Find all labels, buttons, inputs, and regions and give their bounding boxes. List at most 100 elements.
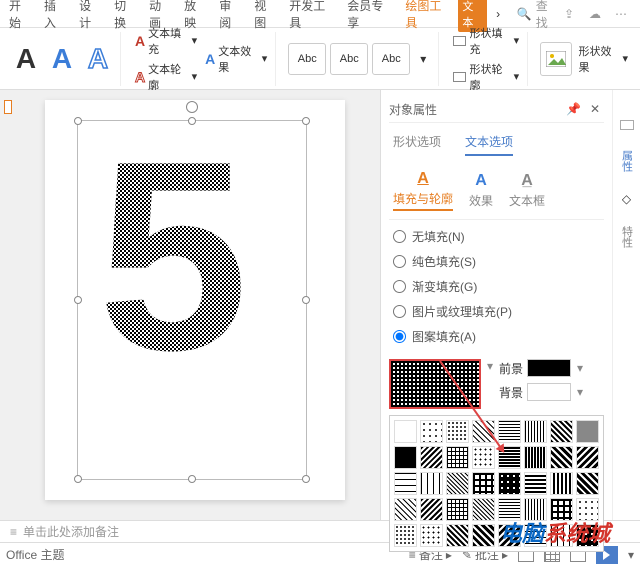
search-box[interactable]: 🔍 查找 (517, 0, 558, 31)
subtab-fill-outline[interactable]: A 填充与轮廓 (393, 170, 453, 211)
chevron-right-icon[interactable]: › (489, 5, 506, 23)
pattern-swatch[interactable] (524, 472, 547, 495)
slide[interactable]: 5 (45, 100, 345, 500)
radio-no-fill[interactable]: 无填充(N) (393, 228, 600, 245)
menu-drawing-tools[interactable]: 绘图工具 (400, 0, 456, 35)
pattern-swatch[interactable] (524, 420, 547, 443)
radio-pattern-fill[interactable]: 图案填充(A) (393, 328, 600, 345)
shape-outline-button[interactable]: 形状轮廓 ▾ (451, 60, 521, 94)
resize-handle-mr[interactable] (302, 296, 310, 304)
menu-design[interactable]: 设计 (74, 0, 107, 35)
side-tab-icon[interactable] (620, 120, 634, 130)
pattern-swatch[interactable] (524, 446, 547, 469)
subtab-effects[interactable]: A 效果 (469, 172, 493, 209)
foreground-color-dropdown[interactable]: ▾ (575, 361, 585, 375)
resize-handle-tr[interactable] (302, 117, 310, 125)
pattern-swatch[interactable] (498, 524, 521, 547)
pattern-swatch[interactable] (472, 446, 495, 469)
resize-handle-bl[interactable] (74, 475, 82, 483)
pattern-swatch[interactable] (472, 420, 495, 443)
radio-solid-fill[interactable]: 纯色填充(S) (393, 253, 600, 270)
shape-style-1[interactable]: Abc (288, 43, 326, 75)
pattern-swatch[interactable] (394, 420, 417, 443)
pattern-swatch[interactable] (524, 498, 547, 521)
pattern-swatch[interactable] (550, 420, 573, 443)
selected-pattern-preview[interactable] (389, 359, 481, 409)
slide-canvas[interactable]: 5 (0, 90, 380, 520)
foreground-color-swatch[interactable] (527, 359, 571, 377)
pattern-swatch[interactable] (446, 472, 469, 495)
side-tab-properties[interactable]: 属性 (619, 150, 635, 172)
pattern-swatch[interactable] (420, 472, 443, 495)
background-color-swatch[interactable] (527, 383, 571, 401)
pattern-swatch[interactable] (472, 524, 495, 547)
cloud-icon[interactable]: ☁ (586, 5, 604, 23)
shape-style-2[interactable]: Abc (330, 43, 368, 75)
selected-textbox[interactable]: 5 (77, 120, 307, 480)
pattern-swatch[interactable] (472, 472, 495, 495)
pattern-swatch[interactable] (394, 446, 417, 469)
shape-effects-button[interactable]: 形状效果 ▾ (576, 42, 630, 76)
close-icon[interactable]: ✕ (586, 100, 604, 118)
pattern-swatch[interactable] (446, 524, 469, 547)
pattern-swatch[interactable] (576, 524, 599, 547)
pattern-swatch[interactable] (446, 420, 469, 443)
shape-style-3[interactable]: Abc (372, 43, 410, 75)
pattern-swatch[interactable] (420, 420, 443, 443)
picture-icon[interactable] (540, 42, 572, 76)
slide-thumbnail-marker[interactable] (4, 100, 12, 114)
side-tab-special[interactable]: 特性 (619, 226, 635, 248)
resize-handle-br[interactable] (302, 475, 310, 483)
pattern-swatch[interactable] (498, 420, 521, 443)
pattern-swatch[interactable] (550, 498, 573, 521)
menu-view[interactable]: 视图 (249, 0, 282, 35)
subtab-textbox[interactable]: A̲ 文本框 (509, 172, 545, 209)
pattern-swatch[interactable] (394, 524, 417, 547)
wordart-style-1[interactable]: A (10, 43, 42, 75)
pattern-swatch[interactable] (446, 446, 469, 469)
play-dropdown-icon[interactable]: ▾ (628, 548, 634, 562)
pattern-swatch[interactable] (420, 446, 443, 469)
pattern-swatch[interactable] (420, 498, 443, 521)
pattern-swatch[interactable] (550, 472, 573, 495)
background-color-dropdown[interactable]: ▾ (575, 385, 585, 399)
share-icon[interactable]: ⇪ (560, 5, 578, 23)
pattern-swatch[interactable] (498, 498, 521, 521)
menu-devtools[interactable]: 开发工具 (284, 0, 340, 35)
pattern-swatch[interactable] (550, 524, 573, 547)
pattern-swatch[interactable] (498, 446, 521, 469)
shape-fill-button[interactable]: 形状填充 ▾ (451, 24, 521, 58)
text-outline-button[interactable]: A文本轮廓 ▾ (133, 60, 199, 94)
menu-review[interactable]: 审阅 (214, 0, 247, 35)
notes-handle-icon[interactable]: ≡ (10, 525, 15, 539)
pattern-swatch[interactable] (524, 524, 547, 547)
pattern-swatch[interactable] (394, 498, 417, 521)
pattern-swatch[interactable] (550, 446, 573, 469)
menu-start[interactable]: 开始 (4, 0, 37, 35)
pattern-swatch[interactable] (394, 472, 417, 495)
resize-handle-bm[interactable] (188, 475, 196, 483)
shape-styles-more-icon[interactable]: ▾ (414, 50, 432, 68)
wordart-style-3[interactable]: A (82, 43, 114, 75)
menu-member[interactable]: 会员专享 (342, 0, 398, 35)
pattern-swatch[interactable] (576, 420, 599, 443)
pin-icon[interactable]: 📌 (565, 100, 583, 118)
pattern-swatch[interactable] (420, 524, 443, 547)
pattern-dropdown-icon[interactable]: ▾ (485, 359, 495, 373)
pattern-swatch[interactable] (576, 446, 599, 469)
more-icon[interactable]: ⋯ (612, 5, 630, 23)
text-fill-button[interactable]: A文本填充 ▾ (133, 24, 199, 58)
wordart-style-2[interactable]: A (46, 43, 78, 75)
resize-handle-ml[interactable] (74, 296, 82, 304)
diamond-icon[interactable]: ◇ (622, 192, 631, 206)
panel-title-text[interactable]: 对象属性 (389, 101, 437, 118)
menu-insert[interactable]: 插入 (39, 0, 72, 35)
tab-shape-options[interactable]: 形状选项 (393, 133, 441, 156)
pattern-swatch[interactable] (576, 472, 599, 495)
text-effects-button[interactable]: A文本效果 ▾ (203, 42, 269, 76)
pattern-swatch[interactable] (576, 498, 599, 521)
pattern-swatch[interactable] (472, 498, 495, 521)
tab-text-options[interactable]: 文本选项 (465, 133, 513, 156)
pattern-swatch[interactable] (446, 498, 469, 521)
resize-handle-tl[interactable] (74, 117, 82, 125)
